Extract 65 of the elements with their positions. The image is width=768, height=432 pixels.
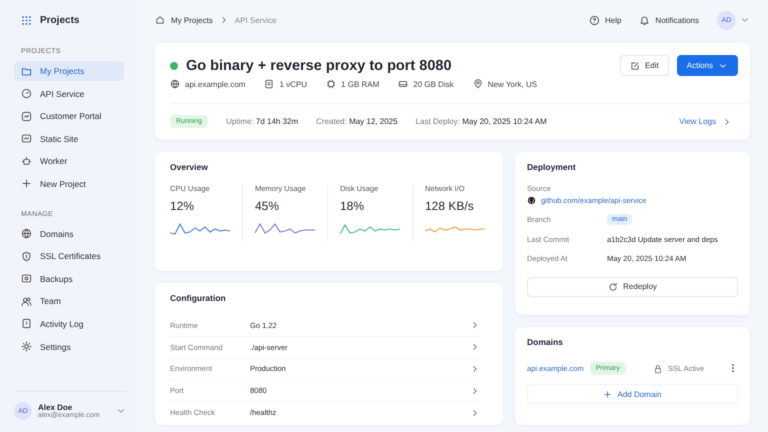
home-icon <box>155 15 165 25</box>
document-icon <box>264 79 274 89</box>
project-meta: 1 vCPU <box>279 80 308 88</box>
pin-icon <box>472 79 483 89</box>
sidebar-item[interactable]: My Projects <box>14 61 124 81</box>
user-name: Alex Doe <box>38 403 72 412</box>
add-domain-button[interactable]: Add Domain <box>527 384 738 404</box>
edit-icon <box>630 60 640 70</box>
metric-value: 128 KB/s <box>425 199 475 213</box>
card-title: Deployment <box>527 162 577 172</box>
stat-label: Created: <box>316 117 347 126</box>
sidebar-item[interactable]: Backups <box>14 268 124 289</box>
card-title: Domains <box>527 337 564 347</box>
project-meta: 1 GB RAM <box>341 80 380 88</box>
lock-icon <box>653 364 663 374</box>
view-logs-link[interactable]: View Logs <box>673 116 738 128</box>
help-button[interactable]: Help <box>588 14 622 26</box>
stat-value: May 20, 2025 10:24 AM <box>462 117 547 126</box>
settings-icon <box>21 341 32 352</box>
folder-icon <box>21 66 32 76</box>
metric-value: 45% <box>255 199 280 213</box>
plus-icon <box>603 390 612 398</box>
notifications-button[interactable]: Notifications <box>639 14 699 26</box>
sidebar-item[interactable]: Activity Log <box>14 314 124 334</box>
actions-button[interactable]: Actions <box>676 55 738 76</box>
sidebar-item[interactable]: Team <box>14 291 124 312</box>
app-title: Projects <box>40 14 80 26</box>
redeploy-button[interactable]: Redeploy <box>527 276 738 296</box>
project-meta: New York, US <box>488 80 538 88</box>
sidebar-item[interactable]: Domains <box>14 224 124 244</box>
github-icon <box>527 196 536 205</box>
project-title: Go binary + reverse proxy to port 8080 <box>186 58 452 74</box>
sidebar-item[interactable]: Static Site <box>14 128 124 149</box>
stat-label: Last Deploy: <box>416 117 460 126</box>
project-meta: api.example.com <box>185 80 246 88</box>
metric-value: 12% <box>170 199 196 213</box>
sidebar-item[interactable]: Worker <box>14 151 124 172</box>
refresh-icon <box>608 282 618 292</box>
metric-value: 18% <box>340 199 366 213</box>
card-title: Configuration <box>170 293 227 303</box>
archive-icon <box>21 273 32 284</box>
edit-button[interactable]: Edit <box>620 55 669 76</box>
grid-icon <box>21 14 32 26</box>
sidebar-item[interactable]: API Service <box>14 84 124 104</box>
robot-icon <box>21 156 32 167</box>
help-icon <box>588 14 600 26</box>
card-title: Overview <box>170 162 209 172</box>
globe-icon <box>21 228 32 240</box>
team-icon <box>21 296 32 307</box>
plus-icon <box>21 178 32 190</box>
stat-value: May 12, 2025 <box>349 117 398 126</box>
sidebar-item[interactable]: Settings <box>14 336 124 357</box>
sidebar-item[interactable]: New Project <box>14 174 124 194</box>
shield-icon <box>21 250 32 262</box>
project-meta: 20 GB Disk <box>413 80 454 88</box>
bell-icon <box>639 14 650 26</box>
log-icon <box>21 318 32 330</box>
globe-icon <box>170 79 180 89</box>
window-icon <box>21 133 32 144</box>
breadcrumb-item[interactable]: My Projects <box>171 16 213 24</box>
sidebar-item[interactable]: SSL Certificates <box>14 246 124 266</box>
sidebar-item[interactable]: Customer Portal <box>14 106 124 126</box>
stat-label: Uptime: <box>226 117 254 126</box>
chip-icon <box>326 79 336 89</box>
stat-value: 7d 14h 32m <box>256 117 298 126</box>
